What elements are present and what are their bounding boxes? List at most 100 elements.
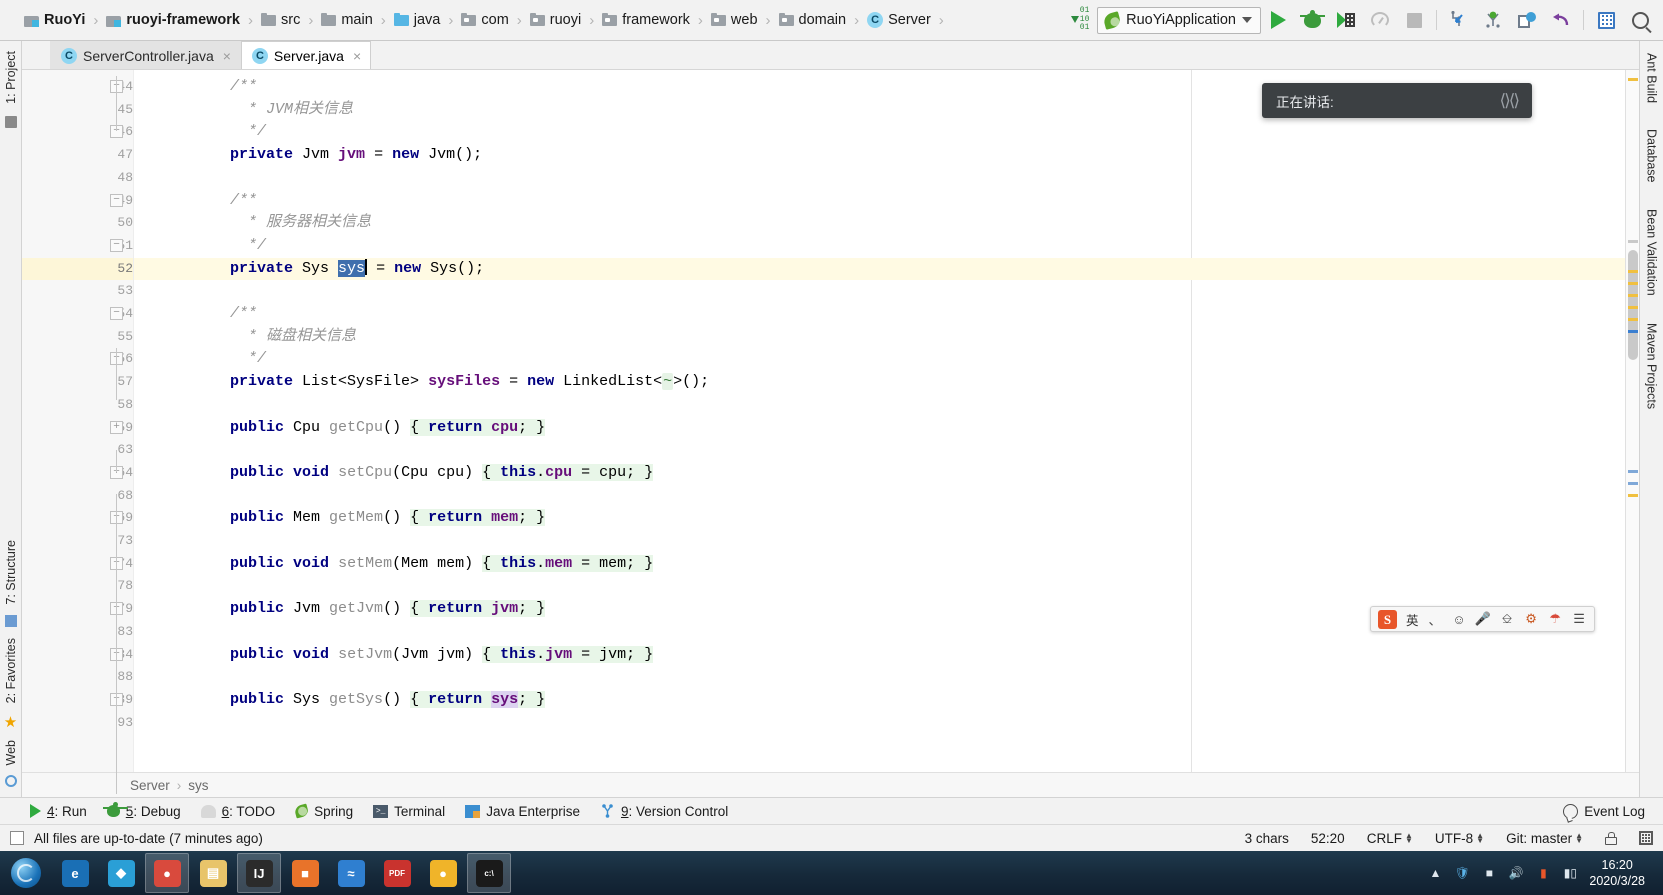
editor-marker[interactable] xyxy=(1628,482,1638,485)
run-button[interactable] xyxy=(1261,5,1295,35)
editor-marker[interactable] xyxy=(1628,470,1638,473)
umbrella-icon[interactable]: ☂ xyxy=(1548,611,1563,627)
code-line[interactable]: /** xyxy=(134,303,1625,326)
tool-window-java-enterprise[interactable]: Java Enterprise xyxy=(465,804,580,819)
editor-marker[interactable] xyxy=(1628,318,1638,321)
rollback-button[interactable] xyxy=(1544,5,1578,35)
tool-window-spring[interactable]: Spring xyxy=(293,804,353,819)
fold-collapse-icon[interactable]: − xyxy=(110,238,123,252)
memory-indicator-icon[interactable] xyxy=(1639,831,1653,845)
code-line[interactable] xyxy=(134,280,1625,303)
commit-button[interactable] xyxy=(1476,5,1510,35)
event-log-button[interactable]: Event Log xyxy=(1563,803,1663,819)
editor-marker[interactable] xyxy=(1628,240,1638,243)
editor-marker[interactable] xyxy=(1628,330,1638,333)
code-line[interactable] xyxy=(134,485,1625,508)
taskbar-app-intellij-idea[interactable]: IJ xyxy=(237,853,281,893)
taskbar-clock[interactable]: 16:20 2020/3/28 xyxy=(1589,857,1655,890)
fold-collapse-icon[interactable]: − xyxy=(110,307,123,320)
breadcrumb-item-domain[interactable]: domain xyxy=(778,12,846,28)
encoding[interactable]: UTF-8 ▲ ▼ xyxy=(1435,831,1484,846)
code-line[interactable]: * 服务器相关信息 xyxy=(134,212,1625,235)
tool-window-todo[interactable]: 6: TODO xyxy=(200,804,275,819)
code-editor[interactable]: /** * JVM相关信息 */ private Jvm jvm = new J… xyxy=(134,70,1625,772)
taskbar-app-app-waves[interactable]: ≈ xyxy=(329,853,373,893)
debug-button[interactable] xyxy=(1295,5,1329,35)
sidebar-item-maven-projects[interactable]: Maven Projects xyxy=(1643,317,1661,415)
breadcrumb-item-main[interactable]: main xyxy=(321,12,373,28)
code-line[interactable]: private Sys sys = new Sys(); xyxy=(134,258,1625,281)
code-line[interactable] xyxy=(134,394,1625,417)
code-line[interactable]: */ xyxy=(134,348,1625,371)
taskbar-app-pdf-reader[interactable]: PDF xyxy=(375,853,419,893)
marker-lane[interactable] xyxy=(1625,70,1639,772)
caret-position[interactable]: 52:20 xyxy=(1311,831,1345,846)
tray-expand-icon[interactable]: ▲ xyxy=(1427,865,1443,881)
menu-icon[interactable]: ☰ xyxy=(1572,611,1587,627)
tool-window-debug[interactable]: 5: Debug xyxy=(102,802,181,819)
taskbar-app-file-explorer[interactable]: ▤ xyxy=(191,853,235,893)
breadcrumb-item-web[interactable]: web xyxy=(710,12,758,28)
editor-scrollbar-thumb[interactable] xyxy=(1628,250,1638,360)
lock-icon[interactable] xyxy=(1605,831,1617,845)
taskbar-app-internet-explorer[interactable]: e xyxy=(53,853,97,893)
sidebar-item-ant-build[interactable]: Ant Build xyxy=(1643,47,1661,109)
sidebar-item-favorites[interactable]: 2: Favorites xyxy=(2,632,20,709)
comma-period-icon[interactable]: 、 xyxy=(1428,612,1443,628)
code-line[interactable]: private Jvm jvm = new Jvm(); xyxy=(134,144,1625,167)
keyboard-icon[interactable]: ⎒ xyxy=(1500,611,1515,627)
network-icon[interactable]: ▮▯ xyxy=(1562,865,1578,881)
emoji-icon[interactable]: ☺ xyxy=(1452,612,1467,627)
taskbar-app-app-yellow[interactable]: ● xyxy=(421,853,465,893)
sidebar-item-database[interactable]: Database xyxy=(1643,123,1661,189)
code-line[interactable]: */ xyxy=(134,121,1625,144)
code-line[interactable] xyxy=(134,167,1625,190)
breadcrumb-item-com[interactable]: com xyxy=(461,12,509,28)
sidebar-item-project[interactable]: 1: Project xyxy=(2,45,20,110)
breadcrumb-item-ruoyi-framework[interactable]: ruoyi-framework xyxy=(106,12,240,28)
tool-window-terminal[interactable]: >_ Terminal xyxy=(373,804,445,819)
code-line[interactable] xyxy=(134,439,1625,462)
taskbar-app-command-prompt[interactable]: c:\ xyxy=(467,853,511,893)
breadcrumb-item-ruoyi[interactable]: ruoyi xyxy=(529,12,581,28)
search-everywhere-button[interactable] xyxy=(1623,5,1657,35)
code-line[interactable]: /** xyxy=(134,190,1625,213)
fold-expand-icon[interactable]: + xyxy=(110,420,123,434)
taskbar-app-app-orange[interactable]: ■ xyxy=(283,853,327,893)
database-button[interactable] xyxy=(1589,5,1623,35)
profile-button[interactable] xyxy=(1363,5,1397,35)
breadcrumb-member[interactable]: sys xyxy=(188,778,208,793)
start-button[interactable] xyxy=(0,851,52,895)
code-line[interactable]: public Cpu getCpu() { return cpu; } xyxy=(134,417,1625,440)
breadcrumb-class[interactable]: Server xyxy=(130,778,170,793)
battery-icon[interactable]: ■ xyxy=(1481,865,1497,881)
fold-collapse-icon[interactable]: − xyxy=(110,193,123,207)
mic-icon[interactable]: 🎤 xyxy=(1475,611,1491,627)
shield-icon[interactable]: 🛡 xyxy=(1454,865,1470,881)
code-line[interactable] xyxy=(134,666,1625,689)
editor-tab-servercontroller[interactable]: C ServerController.java × xyxy=(50,41,241,69)
compile-button[interactable]: 01 10 01 xyxy=(1063,5,1097,35)
code-line[interactable]: public void setCpu(Cpu cpu) { this.cpu =… xyxy=(134,462,1625,485)
breadcrumb-item-ruoyi[interactable]: RuoYi xyxy=(24,12,85,28)
close-icon[interactable]: × xyxy=(353,48,361,64)
editor-marker[interactable] xyxy=(1628,294,1638,297)
volume-icon[interactable]: 🔊 xyxy=(1508,865,1524,881)
update-project-button[interactable] xyxy=(1442,5,1476,35)
close-icon[interactable]: × xyxy=(223,48,231,64)
code-line[interactable]: public void setMem(Mem mem) { this.mem =… xyxy=(134,553,1625,576)
ime-mode-label[interactable]: 英 xyxy=(1406,610,1419,629)
breadcrumb-item-src[interactable]: src xyxy=(260,12,300,28)
sidebar-item-structure[interactable]: 7: Structure xyxy=(2,534,20,611)
breadcrumb-item-server[interactable]: C Server xyxy=(867,12,931,28)
toolbox-icon[interactable]: ⚙ xyxy=(1524,611,1539,627)
code-line[interactable] xyxy=(134,575,1625,598)
run-configuration-selector[interactable]: RuoYiApplication xyxy=(1097,6,1261,34)
show-history-button[interactable] xyxy=(1510,5,1544,35)
editor-marker[interactable] xyxy=(1628,282,1638,285)
ime-tray-icon[interactable]: ▮ xyxy=(1535,865,1551,881)
editor-marker[interactable] xyxy=(1628,270,1638,273)
run-with-coverage-button[interactable] xyxy=(1329,5,1363,35)
code-line[interactable]: * 磁盘相关信息 xyxy=(134,326,1625,349)
code-line[interactable]: public Sys getSys() { return sys; } xyxy=(134,689,1625,712)
